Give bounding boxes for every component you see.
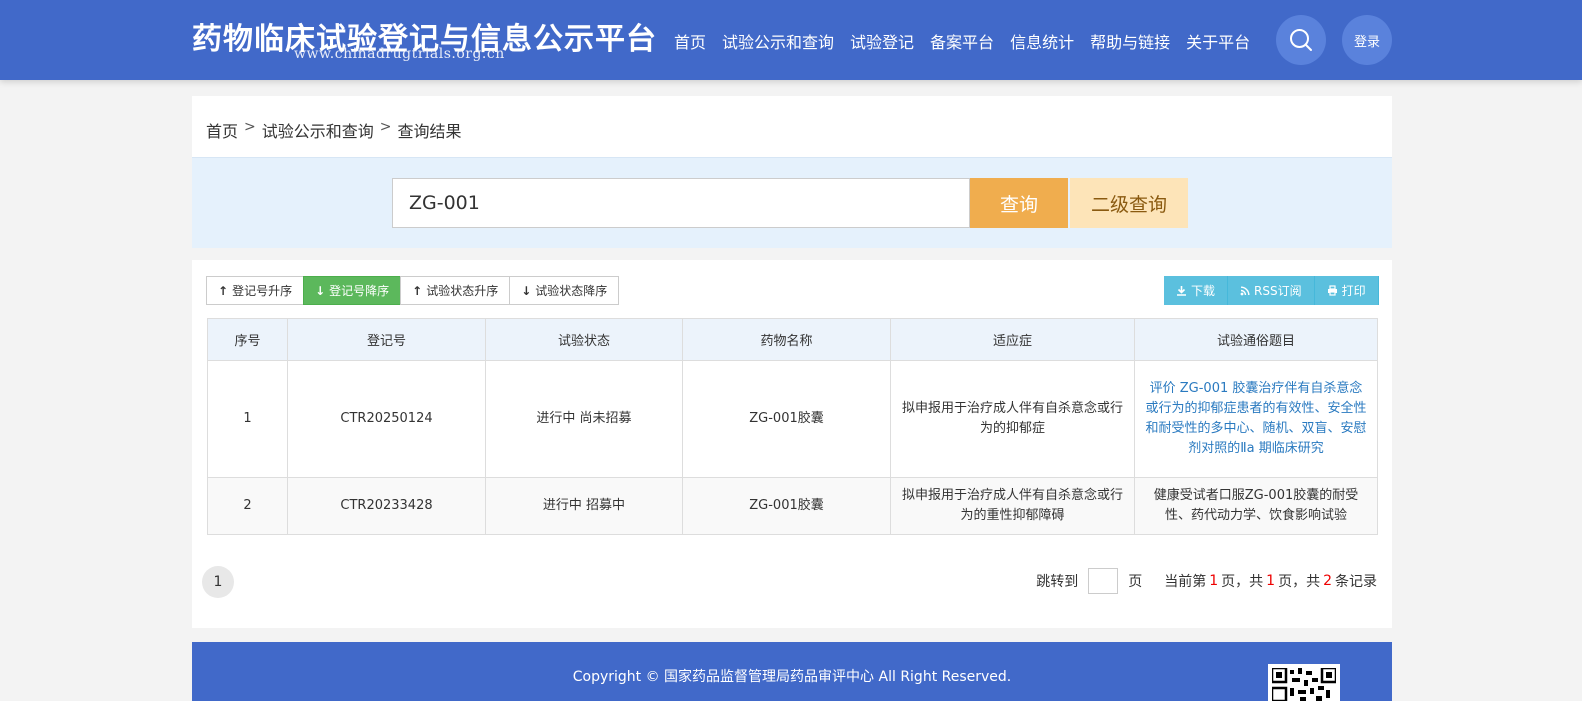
rss-icon xyxy=(1240,286,1250,295)
breadcrumb-results: 查询结果 xyxy=(397,122,462,141)
column-header-status: 试验状态 xyxy=(485,318,683,361)
search-panel: 首页 > 试验公示和查询 > 查询结果 查询 二级查询 xyxy=(192,96,1392,248)
cell-status: 进行中 招募中 xyxy=(485,477,683,535)
sort-regno-desc-button[interactable]: ↓ 登记号降序 xyxy=(303,276,402,305)
download-icon xyxy=(1177,286,1186,296)
sort-label: 试验状态降序 xyxy=(535,284,608,298)
pagination-page-1[interactable]: 1 xyxy=(202,566,234,598)
table-row[interactable]: 2 CTR20233428 进行中 招募中 ZG-001胶囊 拟申报用于治疗成人… xyxy=(207,477,1378,535)
site-url: www.chinadrugtrials.org.cn xyxy=(294,46,505,62)
breadcrumb-separator: > xyxy=(379,119,392,135)
sort-label: 试验状态升序 xyxy=(426,284,499,298)
column-header-title: 试验通俗题目 xyxy=(1134,318,1378,361)
cell-drug: ZG-001胶囊 xyxy=(682,477,891,535)
nav-item-statistics[interactable]: 信息统计 xyxy=(1002,29,1082,53)
nav-item-home[interactable]: 首页 xyxy=(666,29,714,53)
cell-status: 进行中 尚未招募 xyxy=(485,360,683,478)
total-records-text: 页，共 xyxy=(1278,574,1321,590)
sort-status-desc-button[interactable]: ↓ 试验状态降序 xyxy=(509,276,620,305)
current-page-prefix: 当前第 xyxy=(1164,574,1207,590)
sort-label: 登记号升序 xyxy=(232,284,293,298)
table-header-row: 序号 登记号 试验状态 药物名称 适应症 试验通俗题目 xyxy=(207,318,1378,361)
download-button[interactable]: 下载 xyxy=(1164,276,1229,305)
arrow-up-icon: ↑ xyxy=(412,283,423,298)
jump-to-label: 跳转到 xyxy=(1036,574,1079,590)
nav-item-help[interactable]: 帮助与链接 xyxy=(1082,29,1178,53)
cell-no: 2 xyxy=(207,477,288,535)
breadcrumb-home[interactable]: 首页 xyxy=(206,118,238,142)
qr-code-icon xyxy=(1270,666,1338,701)
cell-reg-no: CTR20250124 xyxy=(287,360,486,478)
column-header-indication: 适应症 xyxy=(890,318,1135,361)
column-header-no: 序号 xyxy=(207,318,288,361)
total-pages-text: 页，共 xyxy=(1221,574,1264,590)
cell-drug: ZG-001胶囊 xyxy=(682,360,891,478)
page-unit-label: 页 xyxy=(1128,574,1143,590)
header-search-button[interactable] xyxy=(1276,15,1326,65)
sort-button-group: ↑ 登记号升序 ↓ 登记号降序 ↑ 试验状态升序 ↓ 试验状态降序 xyxy=(206,276,620,305)
print-icon xyxy=(1327,285,1337,296)
cell-title[interactable]: 健康受试者口服ZG-001胶囊的耐受性、药代动力学、饮食影响试验 xyxy=(1134,477,1378,535)
breadcrumb-trial-query[interactable]: 试验公示和查询 xyxy=(262,118,374,142)
copyright-text: Copyright © 国家药品监督管理局药品审评中心 All Right Re… xyxy=(572,669,1012,685)
cell-indication: 拟申报用于治疗成人伴有自杀意念或行为的重性抑郁障碍 xyxy=(890,477,1135,535)
column-header-reg-no: 登记号 xyxy=(287,318,486,361)
print-label: 打印 xyxy=(1341,284,1366,298)
nav-item-filing[interactable]: 备案平台 xyxy=(922,29,1002,53)
sort-label: 登记号降序 xyxy=(329,284,390,298)
login-button[interactable]: 登录 xyxy=(1342,15,1392,65)
jump-page-input[interactable] xyxy=(1088,568,1119,594)
current-page-number: 1 xyxy=(1209,573,1219,589)
site-header: 药物临床试验登记与信息公示平台 www.chinadrugtrials.org.… xyxy=(0,0,1582,80)
arrow-down-icon: ↓ xyxy=(521,283,532,298)
query-button[interactable]: 查询 xyxy=(970,178,1068,228)
action-button-group: 下载 RSS订阅 打印 xyxy=(1164,276,1379,305)
pagination-info: 跳转到 页 当前第 1 页，共 1 页，共 2 条记录 xyxy=(1036,568,1377,594)
total-pages-number: 1 xyxy=(1266,573,1276,589)
cell-indication: 拟申报用于治疗成人伴有自杀意念或行为的抑郁症 xyxy=(890,360,1135,478)
qr-code xyxy=(1268,664,1340,701)
nav-item-about[interactable]: 关于平台 xyxy=(1178,29,1258,53)
arrow-up-icon: ↑ xyxy=(218,283,229,298)
search-band: 查询 二级查询 xyxy=(192,157,1392,248)
sort-regno-asc-button[interactable]: ↑ 登记号升序 xyxy=(206,276,305,305)
results-table: 序号 登记号 试验状态 药物名称 适应症 试验通俗题目 1 CTR2025012… xyxy=(207,318,1378,535)
nav-item-trial-query[interactable]: 试验公示和查询 xyxy=(714,29,842,53)
total-records-number: 2 xyxy=(1323,573,1332,589)
print-button[interactable]: 打印 xyxy=(1314,276,1379,305)
table-row[interactable]: 1 CTR20250124 进行中 尚未招募 ZG-001胶囊 拟申报用于治疗成… xyxy=(207,360,1378,478)
main-nav: 首页 试验公示和查询 试验登记 备案平台 信息统计 帮助与链接 关于平台 xyxy=(666,29,1258,53)
search-input[interactable] xyxy=(392,178,970,228)
sort-status-asc-button[interactable]: ↑ 试验状态升序 xyxy=(400,276,511,305)
rss-label: RSS订阅 xyxy=(1254,284,1302,298)
download-label: 下载 xyxy=(1191,284,1216,298)
breadcrumb: 首页 > 试验公示和查询 > 查询结果 xyxy=(206,118,462,142)
cell-reg-no: CTR20233428 xyxy=(287,477,486,535)
records-suffix: 条记录 xyxy=(1335,574,1377,590)
site-footer: Copyright © 国家药品监督管理局药品审评中心 All Right Re… xyxy=(192,642,1392,701)
rss-subscribe-button[interactable]: RSS订阅 xyxy=(1228,276,1315,305)
breadcrumb-separator: > xyxy=(244,119,256,135)
cell-title-link[interactable]: 评价 ZG-001 胶囊治疗伴有自杀意念或行为的抑郁症患者的有效性、安全性 和耐… xyxy=(1134,360,1378,478)
column-header-drug: 药物名称 xyxy=(682,318,891,361)
search-icon xyxy=(1290,29,1312,51)
cell-no: 1 xyxy=(207,360,288,478)
nav-item-trial-register[interactable]: 试验登记 xyxy=(842,29,922,53)
advanced-query-button[interactable]: 二级查询 xyxy=(1070,178,1188,228)
arrow-down-icon: ↓ xyxy=(315,283,326,298)
results-panel: ↑ 登记号升序 ↓ 登记号降序 ↑ 试验状态升序 ↓ 试验状态降序 下载 RSS… xyxy=(192,260,1392,628)
